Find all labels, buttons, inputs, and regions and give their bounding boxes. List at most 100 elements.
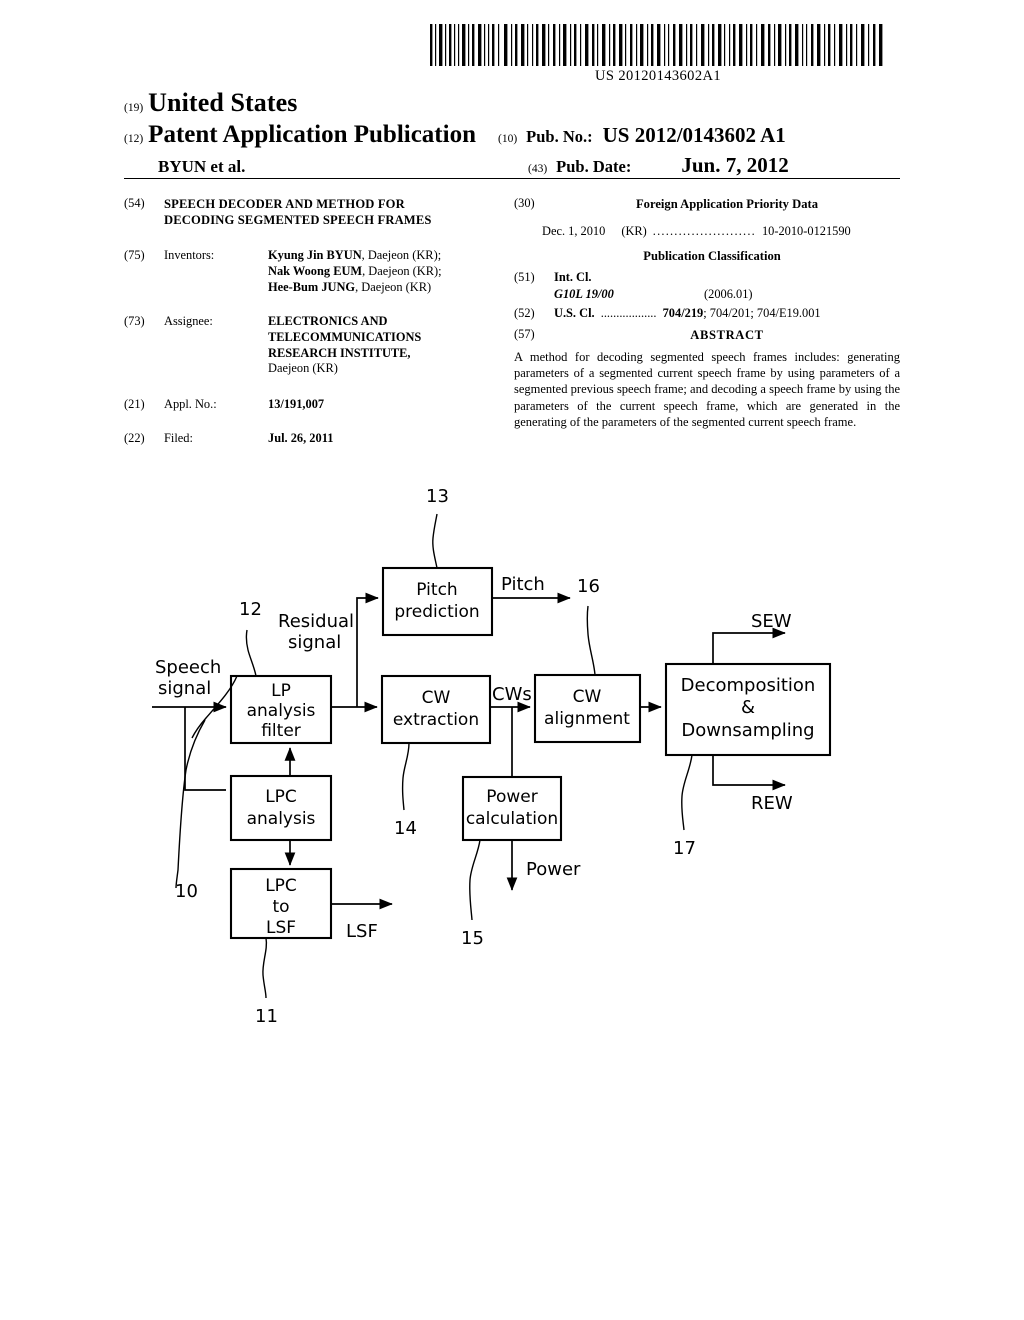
uscl-code: (52) — [514, 305, 535, 320]
field-inventors: (75) Inventors: Kyung Jin BYUN, Daejeon … — [124, 248, 504, 296]
leader-12 — [245, 629, 257, 677]
priority-number: 10-2010-0121590 — [761, 224, 851, 239]
assignee-line-3: RESEARCH INSTITUTE, — [268, 345, 411, 360]
byline-row: BYUN et al. (43) Pub. Date: Jun. 7, 2012 — [124, 153, 900, 178]
assignee-line-2: TELECOMMUNICATIONS — [268, 329, 422, 344]
priority-heading-row: (30) Foreign Application Priority Data — [514, 196, 900, 212]
decomposition-line1: Decomposition — [681, 675, 816, 696]
filed-value: Jul. 26, 2011 — [268, 431, 334, 446]
label-sew: SEW — [751, 611, 792, 632]
label-speech-signal-line1: Speech — [155, 657, 221, 678]
lpc-to-lsf-line3: LSF — [266, 918, 296, 938]
lpc-analysis-line2: analysis — [247, 809, 316, 829]
applno-code: (21) — [124, 397, 145, 412]
power-calculation-line1: Power — [486, 787, 537, 807]
leader-14 — [401, 742, 410, 811]
field-filed: (22) Filed: Jul. 26, 2011 — [124, 431, 504, 447]
masthead-divider — [124, 178, 900, 179]
intcl-class-row: G10L 19/00 (2006.01) — [514, 287, 900, 303]
title-line-1: SPEECH DECODER AND METHOD FOR — [164, 197, 405, 211]
barcode-block: US 20120143602A1 — [428, 24, 888, 84]
filed-label: Filed: — [164, 431, 193, 446]
conn-residual-to-pitch — [356, 592, 379, 707]
priority-code: (30) — [514, 196, 535, 210]
publication-number-block: (10) Pub. No.: US 2012/0143602 A1 — [498, 123, 786, 148]
pitch-prediction-line2: prediction — [394, 602, 479, 622]
conn-rew-output — [712, 755, 786, 791]
intcl-class: G10L 19/00 — [554, 286, 614, 301]
assignee-line-1: ELECTRONICS AND — [268, 313, 388, 328]
priority-entry: Dec. 1, 2010 (KR) ......................… — [514, 224, 900, 240]
publication-classification-heading: Publication Classification — [643, 248, 781, 263]
inventor-name: Nak Woong EUM — [268, 264, 363, 279]
priority-country: (KR) — [621, 224, 647, 239]
label-lsf: LSF — [346, 921, 378, 942]
applno-label: Appl. No.: — [164, 397, 217, 412]
pubno-label: Pub. No.: — [526, 127, 593, 146]
cw-alignment-line1: CW — [573, 687, 602, 707]
patent-figure: LP analysis filter LPC analysis LPC to L… — [0, 470, 1024, 1070]
abstract-text: A method for decoding segmented speech f… — [514, 349, 900, 429]
refnum-13: 13 — [426, 486, 449, 507]
assignee-label: Assignee: — [164, 313, 213, 328]
doc-type: Patent Application Publication — [148, 121, 476, 148]
refnum-16: 16 — [577, 576, 600, 597]
uscl-primary: 704/219 — [662, 305, 704, 320]
pitch-prediction-line1: Pitch — [416, 580, 457, 600]
doc-code: (12) — [124, 133, 144, 145]
uscl-label: U.S. Cl. — [554, 305, 595, 320]
refnum-11: 11 — [255, 1006, 278, 1027]
label-residual-line1: Residual — [278, 611, 354, 632]
priority-dots: ........................ — [652, 224, 756, 239]
priority-heading: Foreign Application Priority Data — [635, 197, 818, 211]
leader-13 — [432, 513, 438, 569]
author-byline: BYUN et al. — [158, 157, 246, 176]
biblio-right-column: (30) Foreign Application Priority Data D… — [514, 196, 900, 430]
biblio-left-column: (54) SPEECH DECODER AND METHOD FOR DECOD… — [124, 196, 504, 461]
refnum-17: 17 — [673, 838, 696, 859]
inventor-entry: Kyung Jin BYUN, Daejeon (KR); — [268, 248, 504, 264]
inventor-name: Kyung Jin BYUN — [268, 248, 362, 263]
field-assignee: (73) Assignee: ELECTRONICS AND TELECOMMU… — [124, 314, 504, 378]
leader-10-tail — [175, 719, 206, 889]
refnum-12: 12 — [239, 599, 262, 620]
assignee-code: (73) — [124, 313, 145, 328]
refnum-15: 15 — [461, 928, 484, 949]
conn-sew-output — [712, 627, 786, 664]
label-speech-signal-line2: signal — [158, 678, 211, 699]
inventor-location: , Daejeon (KR); — [361, 248, 442, 263]
pubdate-value: Jun. 7, 2012 — [681, 153, 789, 177]
barcode-icon — [430, 24, 883, 66]
intcl-version: (2006.01) — [704, 286, 753, 301]
inventor-entry: Nak Woong EUM, Daejeon (KR); — [268, 264, 504, 280]
inventor-location: , Daejeon (KR); — [362, 264, 442, 279]
power-calculation-line2: calculation — [466, 809, 558, 829]
country-row: (19) United States — [124, 88, 900, 118]
masthead: (19) United States (12) Patent Applicati… — [124, 88, 900, 178]
lp-analysis-filter-line2: analysis — [247, 701, 316, 721]
intcl-code: (51) — [514, 270, 535, 285]
leader-17 — [681, 754, 693, 831]
leader-15 — [469, 839, 481, 921]
label-pitch: Pitch — [501, 574, 545, 595]
cw-extraction-line2: extraction — [393, 710, 479, 730]
field-title: (54) SPEECH DECODER AND METHOD FOR DECOD… — [124, 196, 504, 228]
priority-date: Dec. 1, 2010 — [542, 224, 606, 239]
applno-value: 13/191,007 — [268, 397, 325, 412]
lp-analysis-filter-line1: LP — [271, 681, 291, 701]
lpc-to-lsf-line2: to — [272, 897, 289, 917]
label-power: Power — [526, 859, 581, 880]
uscl-row: (52) U.S. Cl. .................. 704/219… — [514, 306, 900, 322]
label-rew: REW — [751, 793, 793, 814]
uscl-rest: ; 704/201; 704/E19.001 — [703, 305, 821, 320]
country-code: (19) — [124, 102, 144, 114]
leader-11 — [262, 937, 268, 999]
refnum-14: 14 — [394, 818, 417, 839]
uscl-dots: .................. — [600, 305, 657, 320]
barcode-number: US 20120143602A1 — [594, 68, 722, 84]
block-lpc-analysis — [229, 774, 333, 842]
pubno-value: US 2012/0143602 A1 — [602, 123, 786, 147]
doc-type-row: (12) Patent Application Publication (10)… — [124, 121, 900, 149]
field-appl-no: (21) Appl. No.: 13/191,007 — [124, 397, 504, 413]
pubdate-label: Pub. Date: — [556, 157, 632, 176]
